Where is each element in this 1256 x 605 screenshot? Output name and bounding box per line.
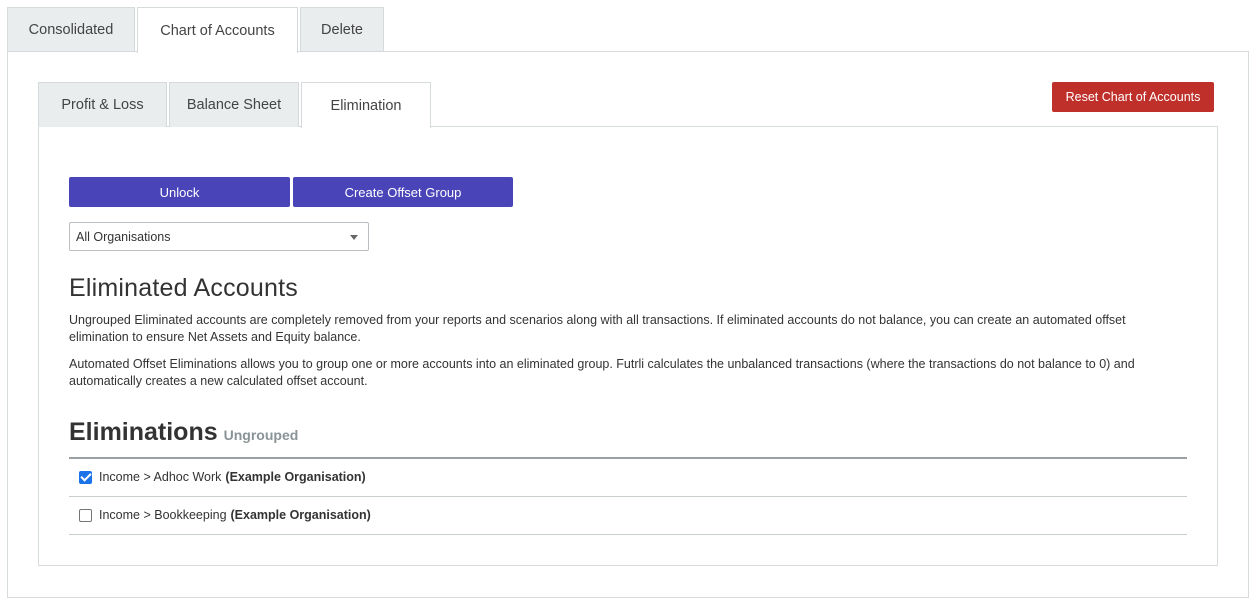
tab-elimination-label: Elimination — [330, 97, 402, 114]
elimination-account-label: Income > Adhoc Work — [99, 470, 222, 484]
eliminations-subtitle: Ungrouped — [223, 427, 299, 443]
elimination-org-label: (Example Organisation) — [225, 470, 366, 484]
table-bottom-divider — [69, 534, 1187, 535]
eliminations-title: Eliminations — [69, 418, 218, 446]
elimination-row: Income > Bookkeeping (Example Organisati… — [79, 505, 371, 525]
tab-profit-loss-label: Profit & Loss — [61, 97, 144, 113]
tab-consolidated[interactable]: Consolidated — [7, 7, 135, 52]
tab-profit-loss[interactable]: Profit & Loss — [38, 82, 167, 127]
tab-chart-of-accounts[interactable]: Chart of Accounts — [137, 7, 298, 53]
table-top-divider — [69, 457, 1187, 459]
organisation-select[interactable]: All Organisations — [69, 222, 369, 251]
elimination-row: Income > Adhoc Work (Example Organisatio… — [79, 467, 366, 487]
eliminated-accounts-description: Ungrouped Eliminated accounts are comple… — [69, 313, 1126, 344]
eliminated-accounts-heading: Eliminated Accounts — [69, 274, 298, 302]
elimination-account-label: Income > Bookkeeping — [99, 508, 227, 522]
create-offset-group-button[interactable]: Create Offset Group — [293, 177, 513, 207]
tab-balance-sheet[interactable]: Balance Sheet — [169, 82, 299, 127]
tab-delete[interactable]: Delete — [300, 7, 384, 52]
tab-elimination[interactable]: Elimination — [301, 82, 431, 128]
eliminations-heading: Eliminations Ungrouped — [69, 418, 298, 447]
tab-delete-label: Delete — [321, 22, 363, 38]
elimination-checkbox-adhoc-work[interactable] — [79, 470, 92, 484]
inner-tab-bar: Profit & Loss Balance Sheet Elimination — [38, 82, 433, 128]
organisation-select-value: All Organisations — [76, 229, 171, 244]
tab-consolidated-label: Consolidated — [28, 22, 114, 38]
table-row-divider — [69, 496, 1187, 497]
offset-eliminations-description: Automated Offset Eliminations allows you… — [69, 357, 1135, 388]
elimination-checkbox-bookkeeping[interactable] — [79, 508, 92, 522]
top-tab-bar: Consolidated Chart of Accounts Delete — [7, 7, 386, 53]
unlock-button[interactable]: Unlock — [69, 177, 290, 207]
elimination-org-label: (Example Organisation) — [230, 508, 371, 522]
chevron-down-icon — [350, 235, 358, 240]
reset-chart-of-accounts-button[interactable]: Reset Chart of Accounts — [1052, 82, 1214, 112]
tab-balance-sheet-label: Balance Sheet — [186, 97, 282, 113]
tab-chart-of-accounts-label: Chart of Accounts — [160, 22, 275, 39]
